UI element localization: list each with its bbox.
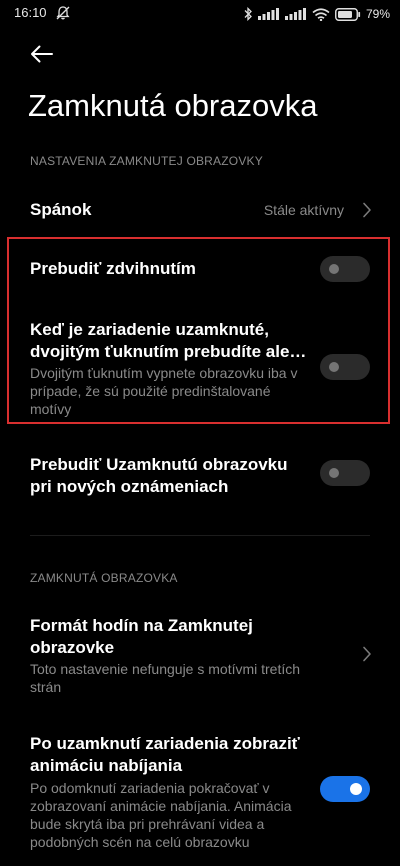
back-arrow-icon (30, 45, 54, 68)
battery-icon (335, 7, 361, 21)
status-icons: 79% (243, 4, 390, 24)
setting-title-line-1: Po uzamknutí zariadenia zobraziť (30, 734, 300, 753)
chevron-right-icon (362, 646, 372, 662)
signal-icon (257, 8, 280, 20)
page-title: Zamknutá obrazovka (28, 88, 318, 123)
toggle-knob (329, 264, 339, 274)
battery-percent: 79% (365, 7, 390, 21)
wake-on-notifications-toggle[interactable] (320, 460, 370, 486)
section-header-lock-screen: ZAMKNUTÁ OBRAZOVKA (30, 571, 178, 585)
setting-description: Po odomknutí zariadenia pokračovať v zob… (30, 780, 292, 850)
notifications-muted-icon (55, 5, 71, 21)
signal-icon (284, 8, 307, 20)
setting-description: Dvojitým ťuknutím vypnete obrazovku iba … (30, 365, 298, 417)
setting-title-line-1: Formát hodín na Zamknutej (30, 616, 253, 635)
setting-title-line-2: obrazovke (30, 638, 115, 657)
divider (30, 535, 370, 536)
raise-to-wake-toggle[interactable] (320, 256, 370, 282)
toggle-knob (350, 783, 362, 795)
setting-title: Prebudiť zdvihnutím (30, 259, 196, 278)
toggle-knob (329, 468, 339, 478)
chevron-right-icon (362, 202, 372, 218)
charging-animation-toggle[interactable] (320, 776, 370, 802)
back-button[interactable] (24, 40, 60, 72)
setting-title-line-2: pri nových oznámeniach (30, 477, 229, 496)
bluetooth-icon (243, 7, 253, 21)
setting-value: Stále aktívny (263, 202, 344, 218)
setting-title-line-2: animáciu nabíjania (30, 756, 183, 775)
status-bar: 16:10 79% (0, 0, 400, 28)
setting-title-line-2: dvojitým ťuknutím prebudíte ale… (30, 342, 307, 361)
setting-title-line-1: Prebudiť Uzamknutú obrazovku (30, 455, 288, 474)
wifi-icon (312, 7, 330, 21)
setting-description: Toto nastavenie nefunguje s motívmi tret… (30, 661, 301, 695)
toggle-knob (329, 362, 339, 372)
section-header-lock-screen-settings: NASTAVENIA ZAMKNUTEJ OBRAZOVKY (30, 154, 263, 168)
double-tap-wake-toggle[interactable] (320, 354, 370, 380)
status-time: 16:10 (14, 5, 47, 20)
setting-title-line-1: Keď je zariadenie uzamknuté, (30, 320, 269, 339)
